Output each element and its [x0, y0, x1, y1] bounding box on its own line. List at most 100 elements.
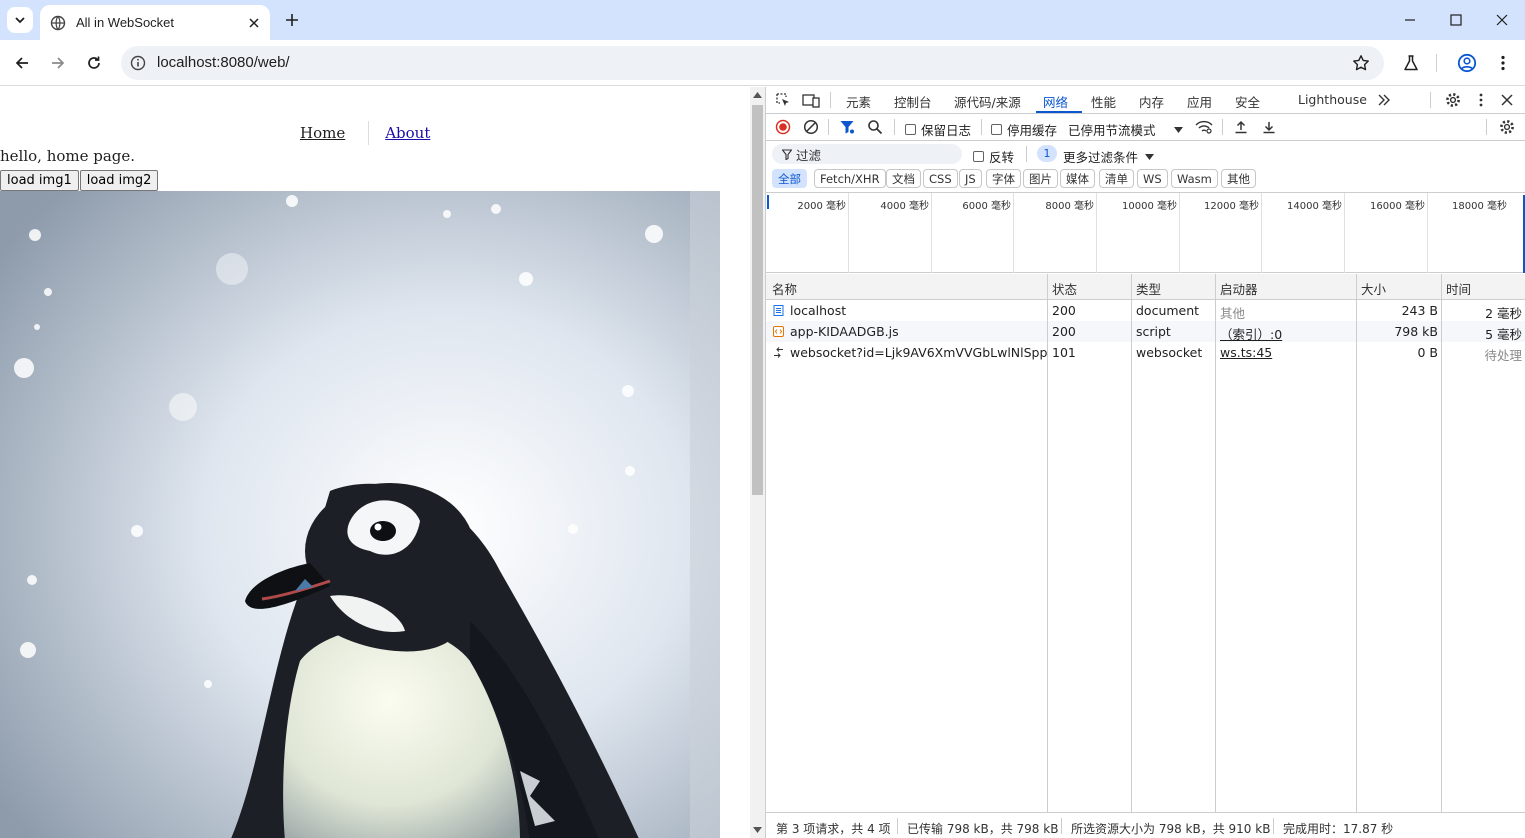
- overview-tick: 8000 毫秒: [1045, 201, 1094, 212]
- checkbox-box[interactable]: [905, 124, 916, 135]
- tab-sources[interactable]: 源代码/来源: [954, 92, 1021, 111]
- record-icon: [775, 119, 791, 135]
- site-info-icon[interactable]: [130, 55, 146, 71]
- preserve-log-checkbox[interactable]: 保留日志: [905, 120, 971, 139]
- disable-cache-checkbox[interactable]: 停用缓存: [991, 120, 1057, 139]
- column-header-size[interactable]: 大小: [1361, 279, 1386, 298]
- network-overview[interactable]: 2000 毫秒 4000 毫秒 6000 毫秒 8000 毫秒 10000 毫秒…: [766, 192, 1525, 273]
- tab-performance[interactable]: 性能: [1091, 92, 1116, 111]
- column-divider[interactable]: [1047, 274, 1048, 812]
- network-settings-button[interactable]: [1498, 118, 1516, 136]
- type-filter-doc[interactable]: 文档: [886, 169, 921, 188]
- tab-console[interactable]: 控制台: [894, 92, 932, 111]
- labs-button[interactable]: [1399, 51, 1423, 75]
- inspect-element-button[interactable]: [774, 91, 792, 109]
- browser-tab[interactable]: All in WebSocket: [40, 5, 270, 40]
- gear-icon: [1500, 120, 1514, 134]
- devtools-menu-button[interactable]: [1472, 91, 1490, 109]
- type-filter-img[interactable]: 图片: [1023, 169, 1058, 188]
- scroll-down-icon[interactable]: [753, 827, 762, 833]
- throttling-select[interactable]: 已停用节流模式: [1068, 120, 1183, 139]
- scroll-up-icon[interactable]: [753, 92, 762, 98]
- export-har-button[interactable]: [1260, 118, 1278, 136]
- devtools-settings-button[interactable]: [1444, 91, 1462, 109]
- overview-range-start-handle[interactable]: [767, 195, 769, 209]
- column-header-time[interactable]: 时间: [1446, 279, 1471, 298]
- checkbox-box[interactable]: [973, 151, 984, 162]
- filter-input[interactable]: 过滤: [772, 144, 962, 164]
- search-button[interactable]: [866, 118, 884, 136]
- table-row[interactable]: app-KIDAADGB.js 200 script （索引）:0 798 kB…: [766, 321, 1525, 342]
- table-row[interactable]: localhost 200 document 其他 243 B 2 毫秒: [766, 300, 1525, 321]
- tab-security[interactable]: 安全: [1235, 92, 1260, 111]
- request-initiator-link[interactable]: ws.ts:45: [1220, 345, 1272, 360]
- minimize-button[interactable]: [1387, 0, 1433, 40]
- column-divider[interactable]: [1441, 274, 1442, 812]
- more-tabs-button[interactable]: [1375, 91, 1393, 109]
- address-bar[interactable]: localhost:8080/web/: [121, 46, 1384, 80]
- network-conditions-button[interactable]: [1195, 118, 1213, 136]
- clear-button[interactable]: [802, 118, 820, 136]
- wifi-settings-icon: [1195, 120, 1213, 134]
- page-scrollbar[interactable]: [750, 87, 765, 838]
- forward-button[interactable]: [46, 51, 70, 75]
- nav-link-about[interactable]: About: [385, 124, 430, 142]
- column-header-status[interactable]: 状态: [1052, 279, 1077, 298]
- tab-elements[interactable]: 元素: [846, 92, 871, 111]
- column-divider[interactable]: [1215, 274, 1216, 812]
- type-filter-manifest[interactable]: 清单: [1099, 169, 1134, 188]
- request-name[interactable]: localhost: [790, 303, 846, 318]
- tab-network[interactable]: 网络: [1043, 92, 1068, 111]
- column-header-name[interactable]: 名称: [772, 279, 797, 298]
- nav-link-home[interactable]: Home: [300, 124, 345, 142]
- tab-close-button[interactable]: [246, 15, 262, 31]
- filter-toggle-button[interactable]: [838, 118, 856, 136]
- double-chevron-right-icon: [1378, 94, 1390, 106]
- devtools-close-button[interactable]: [1498, 91, 1516, 109]
- type-filter-all[interactable]: 全部: [772, 169, 807, 188]
- tab-search-button[interactable]: [7, 7, 33, 33]
- column-divider[interactable]: [1356, 274, 1357, 812]
- invert-checkbox[interactable]: 反转: [973, 147, 1014, 166]
- new-tab-button[interactable]: [282, 10, 302, 30]
- browser-menu-button[interactable]: [1491, 51, 1515, 75]
- tab-application[interactable]: 应用: [1187, 92, 1212, 111]
- type-filter-other[interactable]: 其他: [1221, 169, 1256, 188]
- type-filter-media[interactable]: 媒体: [1060, 169, 1095, 188]
- tab-strip: All in WebSocket: [0, 0, 1525, 40]
- more-filters-dropdown[interactable]: 更多过滤条件: [1063, 147, 1155, 166]
- column-header-type[interactable]: 类型: [1136, 279, 1161, 298]
- reload-button[interactable]: [82, 51, 106, 75]
- url-text[interactable]: localhost:8080/web/: [157, 54, 290, 71]
- request-name[interactable]: websocket?id=Ljk9AV6XmVVGbLwlNlSpp: [790, 345, 1047, 360]
- window-close-button[interactable]: [1479, 0, 1525, 40]
- overview-tick: 12000 毫秒: [1204, 201, 1259, 212]
- star-icon[interactable]: [1352, 54, 1370, 72]
- load-img1-button[interactable]: load img1: [0, 170, 79, 191]
- overview-gridline: [1096, 193, 1097, 273]
- column-divider[interactable]: [1131, 274, 1132, 812]
- overview-tick: 14000 毫秒: [1287, 201, 1342, 212]
- type-filter-fetch-xhr[interactable]: Fetch/XHR: [814, 169, 886, 188]
- type-filter-ws[interactable]: WS: [1137, 169, 1168, 188]
- back-button[interactable]: [10, 51, 34, 75]
- type-filter-css[interactable]: CSS: [923, 169, 958, 188]
- request-initiator-link[interactable]: （索引）:0: [1220, 324, 1282, 343]
- arrow-left-icon: [15, 57, 28, 69]
- tab-lighthouse[interactable]: Lighthouse: [1298, 92, 1367, 107]
- load-img2-button[interactable]: load img2: [79, 170, 159, 191]
- column-header-initiator[interactable]: 启动器: [1220, 279, 1258, 298]
- record-button[interactable]: [774, 118, 792, 136]
- device-toolbar-button[interactable]: [802, 91, 820, 109]
- type-filter-js[interactable]: JS: [959, 169, 982, 188]
- request-name[interactable]: app-KIDAADGB.js: [790, 324, 899, 339]
- tab-memory[interactable]: 内存: [1139, 92, 1164, 111]
- profile-button[interactable]: [1455, 51, 1479, 75]
- type-filter-wasm[interactable]: Wasm: [1171, 169, 1218, 188]
- table-row[interactable]: websocket?id=Ljk9AV6XmVVGbLwlNlSpp 101 w…: [766, 342, 1525, 363]
- type-filter-font[interactable]: 字体: [986, 169, 1021, 188]
- maximize-button[interactable]: [1433, 0, 1479, 40]
- page-scrollbar-thumb[interactable]: [752, 105, 763, 495]
- import-har-button[interactable]: [1232, 118, 1250, 136]
- checkbox-box[interactable]: [991, 124, 1002, 135]
